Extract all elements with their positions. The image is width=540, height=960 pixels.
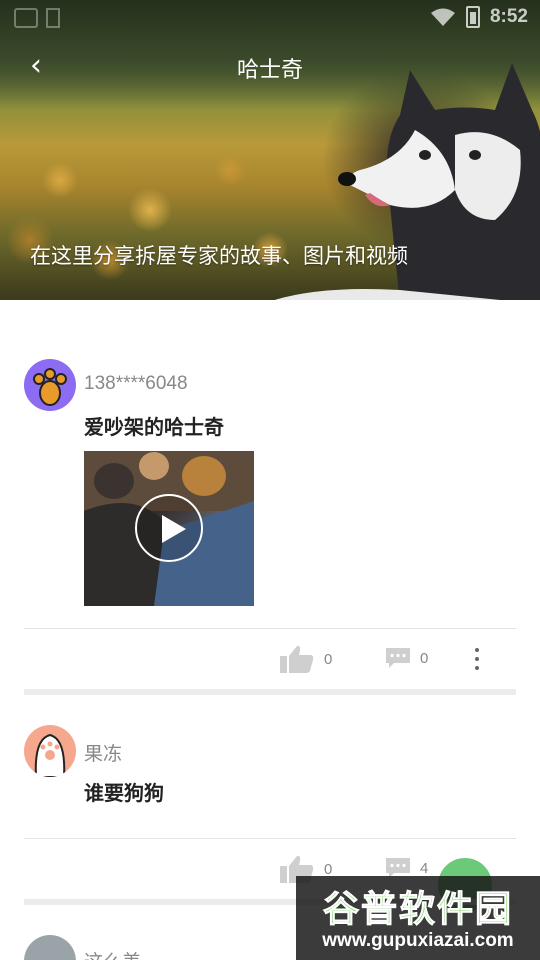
divider [24, 838, 516, 839]
post-card[interactable]: 138****6048 爱吵架的哈士奇 [24, 359, 516, 609]
play-icon[interactable] [135, 494, 203, 562]
cat-avatar-icon [34, 733, 66, 777]
divider [24, 628, 516, 629]
like-count: 0 [324, 860, 333, 878]
page-title: 哈士奇 [236, 58, 303, 83]
battery-icon [465, 6, 480, 28]
comment-count: 0 [420, 649, 429, 667]
notification-icon [46, 8, 60, 28]
avatar[interactable] [24, 359, 76, 411]
status-bar: 8:52 [0, 0, 540, 36]
notification-icons [14, 8, 60, 28]
comment-icon [386, 648, 410, 668]
post-card[interactable]: 果冻 谁要狗狗 [24, 725, 516, 825]
avatar[interactable] [24, 725, 76, 777]
watermark-title: 谷普软件园 [322, 889, 513, 931]
comment-button[interactable]: 4 [386, 858, 428, 878]
notification-icon [14, 8, 38, 28]
more-options-icon[interactable] [472, 648, 482, 670]
thumbs-up-icon [280, 645, 314, 673]
watermark-logo: 谷普软件园 www.gupuxiazai.com [296, 876, 540, 960]
post-username[interactable]: 138****6048 [84, 373, 188, 395]
comment-icon [386, 858, 410, 878]
avatar[interactable] [24, 935, 76, 960]
like-count: 0 [324, 650, 333, 668]
video-thumbnail[interactable] [84, 451, 254, 606]
comment-count: 4 [420, 859, 429, 877]
post-separator [24, 689, 516, 695]
comment-button[interactable]: 0 [386, 648, 428, 668]
like-button[interactable]: 0 [280, 645, 332, 673]
banner-caption: 在这里分享拆屋专家的故事、图片和视频 [30, 244, 408, 268]
watermark-url: www.gupuxiazai.com [322, 930, 514, 951]
paw-avatar-icon [33, 368, 67, 406]
header-banner: 8:52 ‹ 哈士奇 在这里分享拆屋专家的故事、图片和视频 [0, 0, 540, 300]
post-text: 谁要狗狗 [84, 781, 164, 805]
post-username[interactable]: 果冻 [84, 739, 122, 766]
wifi-icon [430, 8, 455, 26]
status-time: 8:52 [489, 6, 528, 27]
post-username[interactable]: 这么美 [84, 947, 141, 960]
status-right: 8:52 [430, 6, 528, 28]
post-text: 爱吵架的哈士奇 [84, 415, 224, 439]
